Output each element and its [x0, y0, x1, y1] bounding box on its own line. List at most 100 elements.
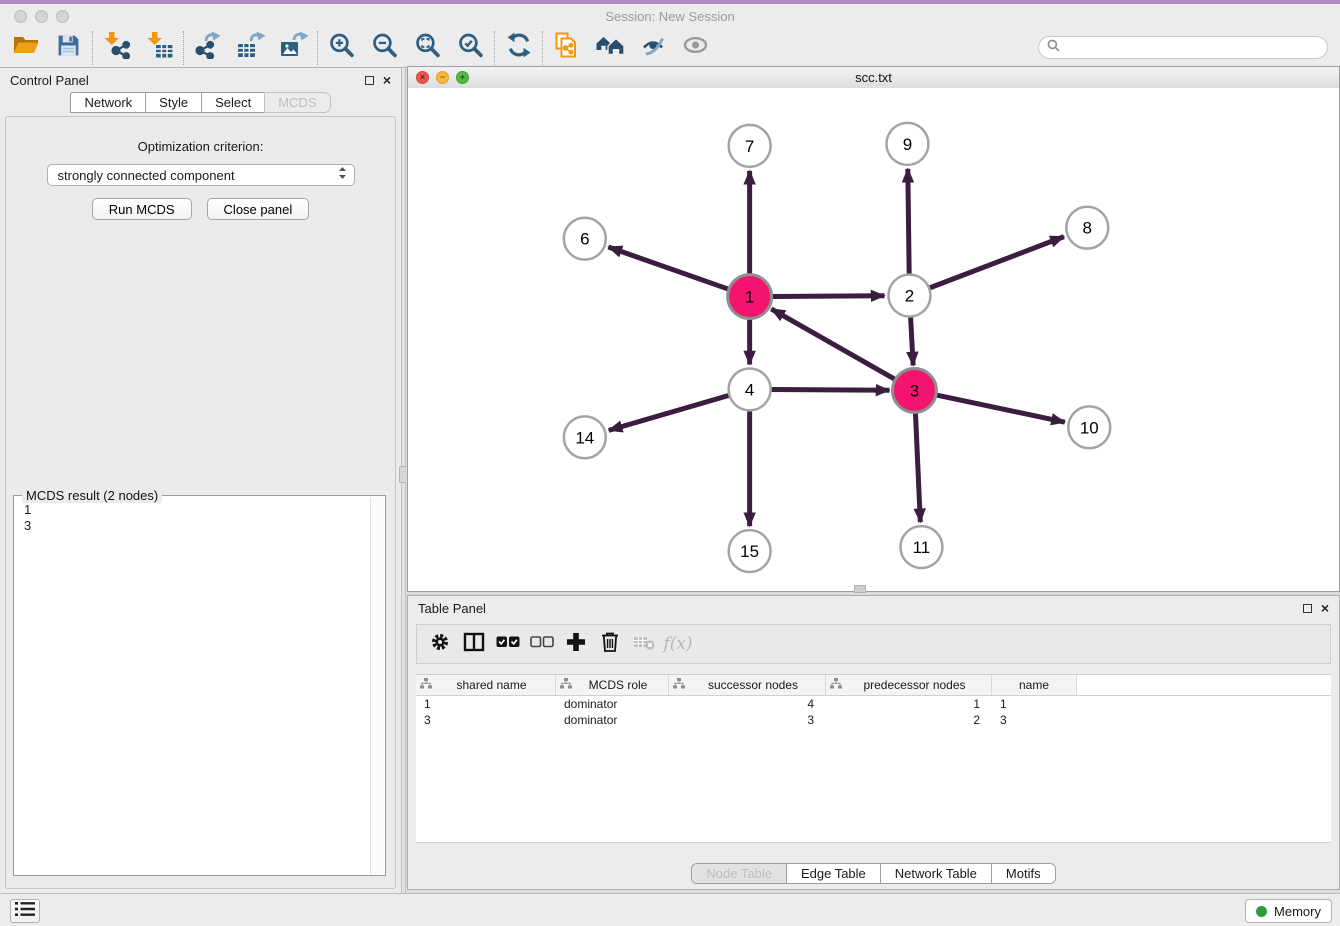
svg-text:11: 11 [913, 538, 931, 557]
tab-edge-table[interactable]: Edge Table [786, 864, 880, 883]
table-row[interactable]: 1 dominator 4 1 1 [416, 696, 1331, 712]
toolbar-separator [317, 31, 318, 65]
save-session-button[interactable] [47, 30, 90, 66]
column-header-successor-nodes[interactable]: successor nodes [669, 675, 826, 695]
home-button[interactable] [588, 30, 631, 66]
graph-node-9[interactable]: 9 [886, 123, 928, 165]
hide-details-button[interactable] [631, 30, 674, 66]
zoom-selected-icon [457, 32, 484, 64]
maximize-view-icon[interactable]: + [456, 71, 469, 84]
checked-boxes-icon [496, 635, 520, 654]
delete-row-button[interactable] [595, 628, 625, 660]
save-floppy-icon [56, 33, 81, 63]
svg-text:15: 15 [740, 542, 759, 561]
tab-motifs[interactable]: Motifs [991, 864, 1055, 883]
run-mcds-button[interactable]: Run MCDS [92, 198, 192, 220]
graph-edge-2-8[interactable] [930, 237, 1064, 288]
show-columns-button[interactable] [459, 628, 489, 660]
table-header-row: shared name MCDS role successor nodes pr… [416, 674, 1331, 696]
float-table-panel-icon[interactable] [1303, 604, 1312, 613]
close-panel-icon[interactable]: × [383, 75, 391, 85]
graph-node-3[interactable]: 3 [892, 368, 936, 412]
criterion-value: strongly connected component [58, 168, 338, 183]
toolbar-separator [92, 31, 93, 65]
graph-edge-2-3[interactable] [911, 318, 914, 366]
column-header-predecessor-nodes[interactable]: predecessor nodes [826, 675, 992, 695]
float-panel-icon[interactable] [365, 76, 374, 85]
tab-network[interactable]: Network [70, 92, 146, 113]
add-row-button[interactable] [561, 628, 591, 660]
import-table-button[interactable] [138, 30, 181, 66]
graph-node-6[interactable]: 6 [564, 218, 606, 260]
search-input[interactable] [1065, 39, 1319, 56]
table-settings-button[interactable] [425, 628, 455, 660]
graph-node-10[interactable]: 10 [1068, 406, 1110, 448]
graph-node-8[interactable]: 8 [1066, 207, 1108, 249]
cell-name: 1 [992, 697, 1077, 711]
graph-edge-3-11[interactable] [915, 412, 920, 522]
graph-node-2[interactable]: 2 [888, 275, 930, 317]
close-table-panel-icon[interactable]: × [1321, 603, 1329, 613]
graph-edge-3-1[interactable] [771, 309, 895, 380]
open-folder-icon [12, 32, 40, 63]
network-canvas[interactable]: 7 9 6 8 1 2 4 3 14 10 15 11 [408, 88, 1339, 591]
mcds-result-line: 1 [24, 502, 375, 518]
node-table: shared name MCDS role successor nodes pr… [416, 674, 1331, 843]
export-image-button[interactable] [272, 30, 315, 66]
memory-button[interactable]: Memory [1245, 899, 1332, 923]
apply-layout-button[interactable] [497, 30, 540, 66]
delete-column-button[interactable] [629, 628, 659, 660]
import-network-button[interactable] [95, 30, 138, 66]
cell-predecessor-nodes: 1 [826, 697, 992, 711]
close-view-icon[interactable]: × [416, 71, 429, 84]
graph-node-7[interactable]: 7 [729, 125, 771, 167]
view-resize-handle[interactable] [854, 585, 866, 593]
tab-style[interactable]: Style [145, 92, 202, 113]
tab-network-table[interactable]: Network Table [880, 864, 991, 883]
open-session-button[interactable] [545, 30, 588, 66]
criterion-dropdown[interactable]: strongly connected component [47, 164, 355, 186]
svg-text:9: 9 [903, 135, 912, 154]
graph-node-1[interactable]: 1 [728, 275, 772, 319]
export-network-button[interactable] [186, 30, 229, 66]
graph-node-14[interactable]: 14 [564, 416, 606, 458]
table-row[interactable]: 3 dominator 3 2 3 [416, 712, 1331, 728]
zoom-selected-button[interactable] [449, 30, 492, 66]
svg-text:8: 8 [1083, 219, 1092, 238]
graph-edge-3-10[interactable] [936, 395, 1065, 422]
graph-edge-2-9[interactable] [908, 169, 909, 274]
svg-text:10: 10 [1080, 418, 1099, 437]
mcds-result-title: MCDS result (2 nodes) [22, 488, 162, 503]
sort-icon [560, 678, 572, 692]
graph-edge-1-2[interactable] [772, 296, 885, 297]
export-table-button[interactable] [229, 30, 272, 66]
graph-edge-1-6[interactable] [608, 247, 729, 289]
open-file-button[interactable] [4, 30, 47, 66]
column-header-mcds-role[interactable]: MCDS role [556, 675, 669, 695]
list-icon [15, 901, 35, 922]
search-field[interactable] [1038, 36, 1328, 59]
zoom-fit-button[interactable] [406, 30, 449, 66]
result-scrollbar[interactable] [370, 497, 384, 874]
graph-node-11[interactable]: 11 [900, 526, 942, 568]
close-panel-button[interactable]: Close panel [207, 198, 310, 220]
graph-edge-4-14[interactable] [609, 396, 729, 431]
graph-edge-4-3[interactable] [772, 390, 890, 391]
graph-node-15[interactable]: 15 [729, 530, 771, 572]
column-header-shared-name[interactable]: shared name [416, 675, 556, 695]
tab-mcds[interactable]: MCDS [264, 92, 330, 113]
show-details-button[interactable] [674, 30, 717, 66]
tab-node-table[interactable]: Node Table [692, 864, 786, 883]
select-all-button[interactable] [493, 628, 523, 660]
control-panel-tabs: Network Style Select MCDS [0, 92, 401, 113]
deselect-all-button[interactable] [527, 628, 557, 660]
function-builder-button[interactable]: f(x) [663, 628, 693, 660]
zoom-out-button[interactable] [363, 30, 406, 66]
tab-select[interactable]: Select [201, 92, 265, 113]
zoom-in-button[interactable] [320, 30, 363, 66]
task-history-button[interactable] [10, 899, 40, 923]
column-header-name[interactable]: name [992, 675, 1077, 695]
graph-node-4[interactable]: 4 [729, 368, 771, 410]
minimize-view-icon[interactable]: − [436, 71, 449, 84]
svg-text:3: 3 [910, 381, 919, 400]
